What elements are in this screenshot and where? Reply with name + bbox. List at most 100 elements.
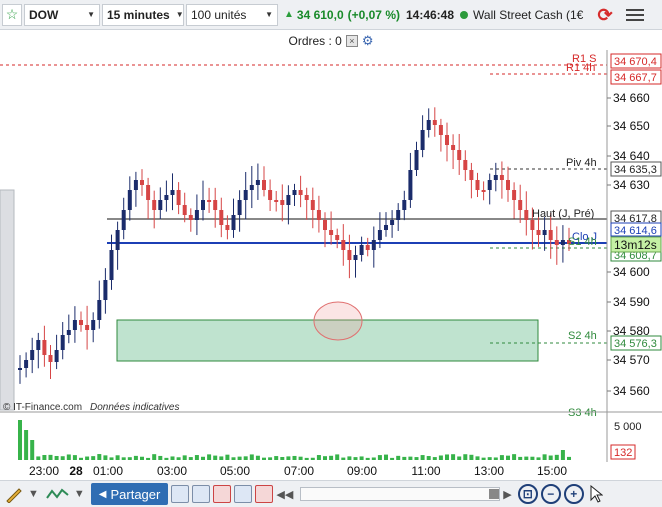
candle-body (18, 368, 22, 370)
share-button[interactable]: ◀ Partager (90, 483, 169, 505)
price-axis-label: 34 590 (613, 295, 650, 309)
chevron-down-icon: ▼ (175, 10, 184, 19)
candle-body (255, 180, 260, 185)
volume-bar (335, 454, 340, 460)
time-axis[interactable]: 23:00 28 01:00 03:00 05:00 07:00 09:00 11:00 13:… (0, 462, 662, 480)
volume-bar (207, 454, 212, 460)
volume-bar (262, 457, 266, 460)
quantity-selector[interactable]: 100 unités ▼ (186, 3, 278, 26)
timeframe-selector[interactable]: 15 minutes ▼ (102, 3, 184, 26)
chevron-down-icon[interactable]: ▼ (74, 483, 85, 505)
scrollbar-thumb[interactable] (489, 489, 500, 499)
candle-body (48, 355, 53, 362)
indicator-icon[interactable] (45, 483, 71, 505)
candle-body (286, 195, 291, 205)
close-value-box: 34 614,6 (610, 222, 662, 237)
volume-bar (188, 457, 193, 460)
zoom-fit-icon[interactable]: ⊡ (517, 483, 538, 505)
volume-bar (18, 420, 22, 460)
candle-body (133, 180, 138, 190)
volume-bar (567, 456, 571, 460)
candle-body (225, 225, 230, 230)
zoom-out-icon[interactable]: − (540, 483, 561, 505)
candle-body (219, 210, 224, 225)
candle-body (176, 190, 181, 205)
top-toolbar: ☆ DOW ▼ 15 minutes ▼ 100 unités ▼ ▲ 34 6… (0, 0, 662, 30)
candle-body (170, 190, 175, 195)
chart-scrollbar[interactable] (300, 487, 501, 501)
volume-bar (298, 456, 303, 460)
candle-body (530, 220, 535, 230)
volume-bar (493, 457, 498, 460)
volume-bar (365, 457, 370, 460)
volume-bar (54, 455, 59, 460)
candle-body (237, 200, 242, 215)
copyright-watermark: © IT-Finance.com (3, 402, 82, 413)
chat-icon[interactable] (171, 485, 190, 503)
layout-icon[interactable] (234, 485, 253, 503)
candle-body (377, 230, 382, 240)
volume-bar (487, 457, 492, 460)
candle-body (97, 300, 102, 320)
volume-bar (304, 457, 309, 460)
volume-bar (310, 457, 315, 460)
close-orders-icon[interactable]: × (345, 34, 358, 47)
volume-bar (146, 457, 151, 460)
price-axis-label: 34 660 (613, 91, 650, 105)
volume-bar (109, 457, 114, 460)
volume-bar (481, 457, 486, 460)
draw-tool-icon[interactable] (3, 483, 25, 505)
volume-bar (377, 455, 382, 460)
volume-bar (316, 455, 321, 460)
timeframe-label: 15 minutes (107, 7, 170, 22)
s2-value-box: 34 576,3 (610, 335, 662, 351)
menu-icon[interactable] (626, 6, 644, 22)
candle-body (121, 210, 126, 230)
svg-text:34 576,3: 34 576,3 (614, 338, 657, 350)
svg-text:34 614,6: 34 614,6 (614, 225, 657, 237)
volume-bar (560, 450, 565, 460)
alert-icon[interactable] (213, 485, 232, 503)
export-icon[interactable] (255, 485, 274, 503)
candle-body (91, 320, 96, 330)
price-chart[interactable]: R1 S R1 4h Piv 4h Haut (J, Pré) Clo J S1… (0, 50, 662, 462)
svg-text:34 670,4: 34 670,4 (614, 56, 657, 68)
scroll-left-icon[interactable]: ◀◀ (276, 483, 293, 505)
refresh-icon[interactable]: ⟳ (594, 4, 616, 26)
volume-bar (329, 455, 334, 460)
volume-bar (48, 454, 53, 460)
candle-body (60, 335, 65, 350)
candle-body (79, 320, 83, 325)
favorite-star-icon[interactable]: ☆ (2, 3, 22, 26)
trading-app: ☆ DOW ▼ 15 minutes ▼ 100 unités ▼ ▲ 34 6… (0, 0, 662, 507)
chevron-down-icon[interactable]: ▼ (28, 483, 39, 505)
cursor-icon[interactable] (587, 483, 605, 505)
volume-bar (182, 455, 187, 460)
calculator-icon[interactable] (192, 485, 211, 503)
chart-canvas[interactable]: R1 S R1 4h Piv 4h Haut (J, Pré) Clo J S1… (0, 50, 662, 462)
zoom-in-icon[interactable]: + (563, 483, 584, 505)
last-price: 34 610,0 (296, 7, 344, 22)
volume-bar (438, 455, 443, 460)
candle-body (152, 200, 157, 210)
instrument-label: DOW (29, 7, 59, 22)
candle-body (268, 190, 273, 200)
candle-body (158, 200, 163, 210)
volume-bar (170, 456, 175, 460)
orders-bar: Ordres : 0 × ⚙ (0, 31, 662, 50)
candle-body (30, 350, 35, 360)
volume-current-box: 132 (610, 444, 636, 460)
volume-bar (475, 456, 480, 460)
candle-body (402, 200, 407, 210)
scroll-right-icon[interactable]: ▶ (503, 483, 511, 505)
r1-4h-tag: R1 4h (566, 62, 595, 74)
svg-text:34 635,3: 34 635,3 (614, 164, 657, 176)
candle-body (524, 210, 529, 220)
volume-bar (194, 455, 199, 460)
instrument-selector[interactable]: DOW ▼ (24, 3, 100, 26)
price-axis-label: 34 570 (613, 353, 650, 367)
candle-body (72, 320, 77, 330)
gear-icon[interactable]: ⚙ (362, 33, 374, 49)
volume-bar (24, 430, 29, 460)
volume-bar (542, 454, 547, 460)
